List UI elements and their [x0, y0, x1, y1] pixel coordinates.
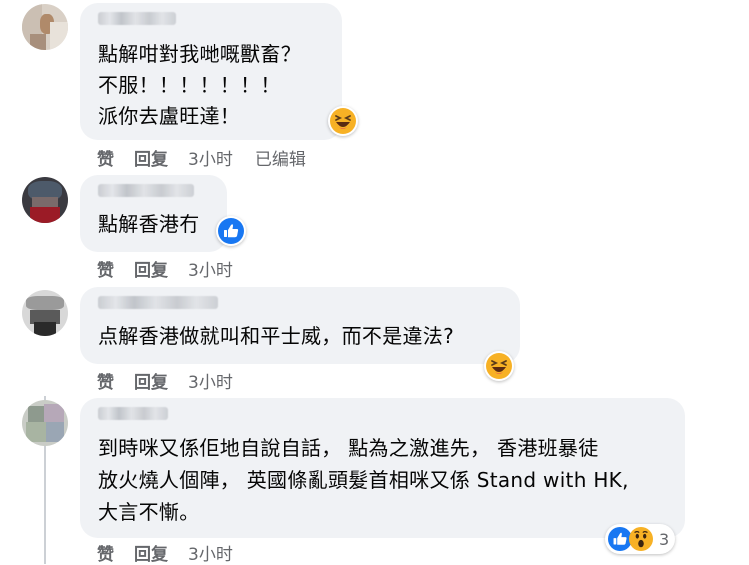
edited-label[interactable]: 已编辑: [255, 145, 306, 170]
avatar[interactable]: [22, 290, 68, 336]
comment-bubble: 点解香港做就叫和平士威，而不是違法?: [80, 287, 520, 364]
reaction-count: 3: [659, 529, 670, 549]
reaction-summary[interactable]: 3: [605, 524, 676, 554]
avatar[interactable]: [22, 177, 68, 223]
like-reaction-icon: [216, 216, 246, 246]
comment-actions: 赞 回复 3小时: [97, 540, 255, 565]
comment-actions: 赞 回复 3小时: [97, 256, 255, 281]
wow-reaction-icon: [629, 527, 653, 551]
timestamp[interactable]: 3小时: [188, 145, 233, 170]
like-button[interactable]: 赞: [97, 540, 114, 565]
timestamp[interactable]: 3小时: [188, 368, 233, 393]
laughing-emoji-icon: [484, 351, 514, 381]
comment-bubble: 到時咪又係佢地自說自話， 點為之激進先， 香港班暴徒 放火燒人個陣， 英國條亂頭…: [80, 398, 685, 538]
reply-button[interactable]: 回复: [134, 256, 168, 281]
comment-text-line: 點解香港冇: [98, 212, 200, 236]
comment-text-line: 到時咪又係佢地自說自話， 點為之激進先， 香港班暴徒: [98, 436, 599, 460]
avatar[interactable]: [22, 400, 68, 446]
comment-bubble: 點解香港冇: [80, 175, 227, 252]
like-button[interactable]: 赞: [97, 256, 114, 281]
comment-text-line: 放火燒人個陣， 英國條亂頭髮首相咪又係 Stand with HK,: [98, 468, 629, 492]
avatar[interactable]: [22, 4, 68, 50]
laughing-emoji-icon: [328, 106, 358, 136]
timestamp[interactable]: 3小时: [188, 256, 233, 281]
comment-text-line: 點解咁對我哋嘅獸畜？: [98, 42, 301, 66]
reply-button[interactable]: 回复: [134, 368, 168, 393]
comment-actions: 赞 回复 3小时 已编辑: [97, 145, 306, 170]
author-name[interactable]: [98, 184, 194, 197]
reply-button[interactable]: 回复: [134, 145, 168, 170]
comment-actions: 赞 回复 3小时: [97, 368, 255, 393]
comment-text-line: 派你去盧旺達！: [98, 104, 241, 128]
comment-text-line: 大言不慚。: [98, 500, 200, 524]
comment-text-line: 不服！！！！！！！: [98, 73, 281, 97]
like-button[interactable]: 赞: [97, 368, 114, 393]
like-button[interactable]: 赞: [97, 145, 114, 170]
timestamp[interactable]: 3小时: [188, 540, 233, 565]
author-name[interactable]: [98, 407, 168, 420]
author-name[interactable]: [98, 296, 218, 309]
comment-bubble: 點解咁對我哋嘅獸畜？ 不服！！！！！！！ 派你去盧旺達！: [80, 3, 342, 140]
comment-text-line: 点解香港做就叫和平士威，而不是違法?: [98, 324, 455, 348]
author-name[interactable]: [98, 12, 176, 25]
reply-button[interactable]: 回复: [134, 540, 168, 565]
